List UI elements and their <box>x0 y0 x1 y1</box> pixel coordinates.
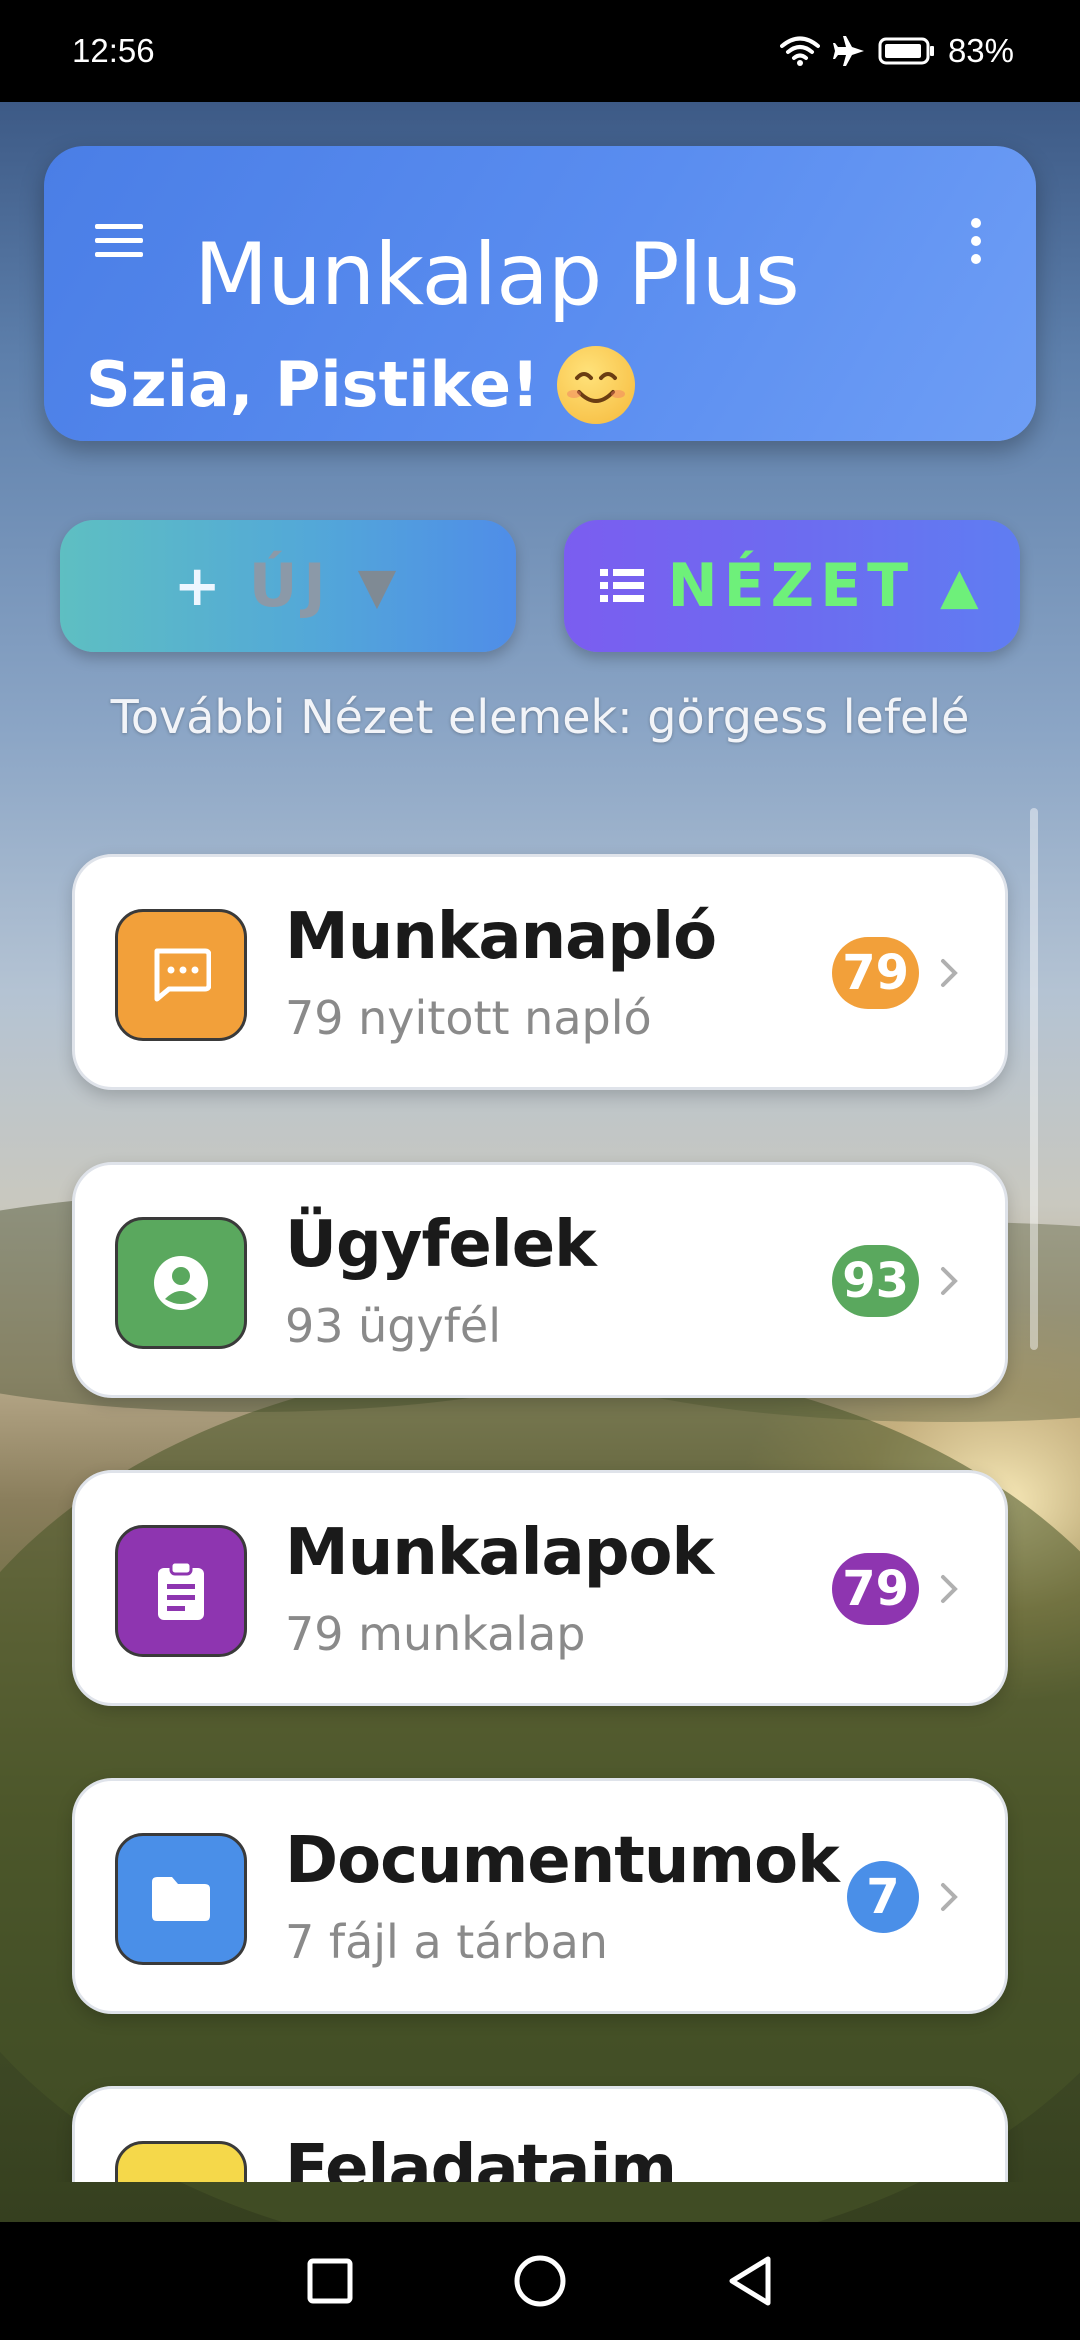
list-item-subtitle: 79 munkalap <box>285 1607 586 1661</box>
home-button[interactable] <box>510 2251 570 2311</box>
chevron-right-icon <box>941 1575 958 1603</box>
square-icon <box>307 2258 353 2304</box>
list-item-documentumok[interactable]: Documentumok 7 fájl a tárban 7 <box>72 1778 1008 2014</box>
battery-percent: 83% <box>947 32 1014 69</box>
scroll-hint: További Nézet elemek: görgess lefelé <box>110 690 970 744</box>
new-button[interactable]: + ÚJ ▼ <box>60 520 516 652</box>
person-icon <box>115 1217 247 1349</box>
list-item-ugyfelek[interactable]: Ügyfelek 93 ügyfél 93 <box>72 1162 1008 1398</box>
list-item-title: Ügyfelek <box>285 1208 597 1282</box>
chevron-right-icon <box>941 1267 958 1295</box>
task-icon <box>115 2141 247 2182</box>
clipboard-icon <box>115 1525 247 1657</box>
list-item-subtitle: 79 nyitott napló <box>285 991 652 1045</box>
caret-down-icon: ▼ <box>357 557 403 615</box>
view-button[interactable]: NÉZET ▲ <box>564 520 1020 652</box>
header-card: Munkalap Plus Szia, Pistike! <box>44 146 1036 441</box>
menu-button[interactable] <box>84 206 154 276</box>
status-bar: 12:56 83% <box>0 0 1080 102</box>
system-nav-bar <box>0 2222 1080 2340</box>
more-vert-icon <box>971 218 981 264</box>
status-icons: 83% <box>779 32 1014 70</box>
count-badge: 7 <box>847 1861 919 1933</box>
hamburger-icon <box>95 224 143 257</box>
new-button-label: ÚJ <box>248 551 332 621</box>
status-time: 12:56 <box>72 32 155 69</box>
count-badge: 79 <box>832 1553 919 1625</box>
chat-icon <box>115 909 247 1041</box>
folder-icon <box>115 1833 247 1965</box>
list-item-title: Feladataim <box>285 2132 677 2182</box>
chevron-right-icon <box>941 1883 958 1911</box>
greeting-text: Szia, Pistike! <box>86 348 540 421</box>
list-item-title: Munkanapló <box>285 900 717 974</box>
list-item-title: Documentumok <box>285 1824 840 1898</box>
caret-up-icon: ▲ <box>940 557 985 615</box>
count-badge: 79 <box>832 937 919 1009</box>
list-item-subtitle: 93 ügyfél <box>285 1299 502 1353</box>
scrollbar[interactable] <box>1030 808 1038 1350</box>
triangle-back-icon <box>729 2256 771 2306</box>
list-item-munkalapok[interactable]: Munkalapok 79 munkalap 79 <box>72 1470 1008 1706</box>
wifi-icon <box>779 35 820 67</box>
app-title: Munkalap Plus <box>194 225 800 325</box>
list-item-feladataim[interactable]: Feladataim <box>72 2086 1008 2182</box>
count-badge: 93 <box>832 1245 919 1317</box>
list-item-title: Munkalapok <box>285 1516 714 1590</box>
greeting: Szia, Pistike! <box>86 346 636 424</box>
airplane-icon <box>832 34 866 68</box>
menu-list[interactable]: Munkanapló 79 nyitott napló 79 Ügyfelek … <box>0 800 1080 2182</box>
back-button[interactable] <box>720 2251 780 2311</box>
more-options-button[interactable] <box>946 196 1006 286</box>
list-item-subtitle: 7 fájl a tárban <box>285 1915 608 1969</box>
circle-icon <box>514 2255 566 2307</box>
plus-icon: + <box>173 553 227 619</box>
list-item-munkanaplo[interactable]: Munkanapló 79 nyitott napló 79 <box>72 854 1008 1090</box>
smiley-emoji-icon <box>557 346 636 424</box>
chevron-right-icon <box>941 959 958 987</box>
view-button-label: NÉZET <box>667 551 915 621</box>
recents-button[interactable] <box>300 2251 360 2311</box>
battery-icon <box>878 36 936 66</box>
list-icon <box>599 566 645 606</box>
